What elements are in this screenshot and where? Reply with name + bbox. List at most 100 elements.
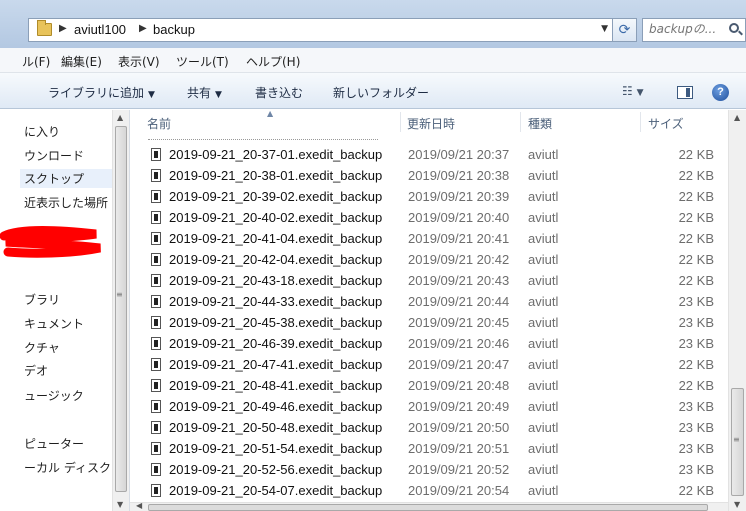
new-folder-button[interactable]: 新しいフォルダー: [333, 84, 429, 101]
column-header-name[interactable]: 名前: [147, 115, 171, 132]
file-date: 2019/09/21 20:48: [408, 378, 510, 393]
file-size: 22 KB: [678, 147, 714, 162]
file-type: aviutl: [528, 420, 559, 435]
search-box[interactable]: [642, 18, 746, 42]
table-row[interactable]: 2019-09-21_20-45-38.exedit_backup 2019/09…: [130, 312, 728, 333]
address-bar[interactable]: ▶ aviutl100 ▶ backup ▼: [28, 18, 612, 42]
breadcrumb-backup[interactable]: backup: [153, 22, 195, 37]
nav-item-videos[interactable]: デオ: [24, 362, 48, 379]
table-row[interactable]: 2019-09-21_20-44-33.exedit_backup 2019/09…: [130, 291, 728, 312]
breadcrumb-separator-icon[interactable]: ▶: [59, 23, 67, 34]
scroll-down-icon[interactable]: ▼: [734, 500, 740, 509]
menu-help[interactable]: ヘルプ(H): [246, 53, 300, 70]
table-row[interactable]: 2019-09-21_20-48-41.exedit_backup 2019/09…: [130, 375, 728, 396]
file-date: 2019/09/21 20:40: [408, 210, 510, 225]
column-divider[interactable]: [400, 112, 401, 132]
file-size: 23 KB: [678, 315, 714, 330]
table-row[interactable]: 2019-09-21_20-47-41.exedit_backup 2019/09…: [130, 354, 728, 375]
table-row[interactable]: 2019-09-21_20-37-01.exedit_backup 2019/09…: [130, 144, 728, 165]
nav-item-computer[interactable]: ピューター: [24, 435, 84, 452]
file-name: 2019-09-21_20-51-54.exedit_backup: [169, 441, 383, 456]
file-name: 2019-09-21_20-44-33.exedit_backup: [169, 294, 383, 309]
horizontal-scrollbar[interactable]: ◀: [130, 501, 728, 511]
file-icon: [151, 484, 161, 497]
table-row[interactable]: 2019-09-21_20-42-04.exedit_backup 2019/09…: [130, 249, 728, 270]
file-date: 2019/09/21 20:49: [408, 399, 510, 414]
file-icon: [151, 232, 161, 245]
nav-item-libraries[interactable]: ブラリ: [24, 291, 60, 308]
file-size: 22 KB: [678, 168, 714, 183]
views-icon[interactable]: ☷ ▼: [622, 84, 644, 98]
navigation-pane: に入り ウンロード スクトップ 近表示した場所 ブラリ キュメント クチャ デオ…: [0, 110, 112, 511]
table-row[interactable]: 2019-09-21_20-39-02.exedit_backup 2019/09…: [130, 186, 728, 207]
add-to-library-button[interactable]: ライブラリに追加 ▼: [48, 84, 155, 101]
nav-item-pictures[interactable]: クチャ: [24, 339, 60, 356]
help-icon[interactable]: ?: [712, 84, 729, 101]
file-icon: [151, 211, 161, 224]
preview-pane-icon[interactable]: [677, 86, 693, 99]
file-size: 22 KB: [678, 273, 714, 288]
file-date: 2019/09/21 20:38: [408, 168, 510, 183]
menu-file[interactable]: ル(F): [22, 53, 50, 70]
address-dropdown-icon[interactable]: ▼: [601, 24, 608, 34]
nav-item-downloads[interactable]: ウンロード: [24, 147, 84, 164]
nav-item-music[interactable]: ュージック: [24, 387, 84, 404]
file-size: 22 KB: [678, 483, 714, 498]
file-type: aviutl: [528, 252, 559, 267]
table-row[interactable]: 2019-09-21_20-41-04.exedit_backup 2019/09…: [130, 228, 728, 249]
file-name: 2019-09-21_20-54-07.exedit_backup: [169, 483, 383, 498]
nav-item-desktop[interactable]: スクトップ: [20, 169, 112, 188]
table-row[interactable]: 2019-09-21_20-43-18.exedit_backup 2019/09…: [130, 270, 728, 291]
file-date: 2019/09/21 20:44: [408, 294, 510, 309]
scroll-left-icon[interactable]: ◀: [136, 501, 142, 510]
column-header-type[interactable]: 種類: [528, 115, 552, 132]
nav-scroll-thumb[interactable]: [115, 126, 127, 492]
horizontal-scroll-thumb[interactable]: [148, 504, 708, 511]
file-icon: [151, 421, 161, 434]
add-to-library-label: ライブラリに追加: [48, 86, 145, 100]
refresh-icon[interactable]: ⟳: [612, 18, 637, 42]
share-button[interactable]: 共有 ▼: [187, 84, 222, 101]
table-row[interactable]: 2019-09-21_20-50-48.exedit_backup 2019/09…: [130, 417, 728, 438]
table-row[interactable]: 2019-09-21_20-40-02.exedit_backup 2019/09…: [130, 207, 728, 228]
file-date: 2019/09/21 20:41: [408, 231, 510, 246]
table-row[interactable]: 2019-09-21_20-52-56.exedit_backup 2019/09…: [130, 459, 728, 480]
breadcrumb-separator-icon[interactable]: ▶: [139, 23, 147, 34]
nav-item-documents[interactable]: キュメント: [24, 315, 84, 332]
nav-item-recent-places[interactable]: 近表示した場所: [24, 194, 108, 211]
breadcrumb-aviutl100[interactable]: aviutl100: [74, 22, 126, 37]
table-row[interactable]: 2019-09-21_20-46-39.exedit_backup 2019/09…: [130, 333, 728, 354]
column-header-size[interactable]: サイズ: [648, 115, 684, 132]
scroll-down-icon[interactable]: ▼: [117, 500, 123, 509]
menu-view[interactable]: 表示(V): [118, 53, 160, 70]
folder-icon: [37, 20, 52, 36]
file-date: 2019/09/21 20:42: [408, 252, 510, 267]
nav-item-local-disk[interactable]: ーカル ディスク: [24, 459, 111, 476]
menu-edit[interactable]: 編集(E): [61, 53, 102, 70]
column-header: ▲ 名前 更新日時 種類 サイズ: [130, 110, 728, 134]
table-row[interactable]: 2019-09-21_20-51-54.exedit_backup 2019/09…: [130, 438, 728, 459]
burn-button[interactable]: 書き込む: [255, 84, 303, 101]
file-icon: [151, 337, 161, 350]
scroll-up-icon[interactable]: ▲: [734, 113, 740, 122]
column-header-date[interactable]: 更新日時: [407, 115, 455, 132]
scroll-up-icon[interactable]: ▲: [117, 113, 123, 122]
file-date: 2019/09/21 20:43: [408, 273, 510, 288]
table-row[interactable]: 2019-09-21_20-54-07.exedit_backup 2019/09…: [130, 480, 728, 501]
table-row[interactable]: 2019-09-21_20-38-01.exedit_backup 2019/09…: [130, 165, 728, 186]
list-scrollbar[interactable]: ▲ ≡ ▼: [728, 110, 746, 511]
nav-scrollbar[interactable]: ▲ ≡ ▼: [112, 110, 129, 511]
menu-tools[interactable]: ツール(T): [176, 53, 229, 70]
file-type: aviutl: [528, 210, 559, 225]
column-divider[interactable]: [640, 112, 641, 132]
nav-item-favorites[interactable]: に入り: [24, 123, 60, 140]
table-row[interactable]: 2019-09-21_20-49-46.exedit_backup 2019/09…: [130, 396, 728, 417]
file-type: aviutl: [528, 189, 559, 204]
file-size: 23 KB: [678, 294, 714, 309]
column-divider[interactable]: [520, 112, 521, 132]
search-input[interactable]: [649, 22, 727, 36]
chevron-down-icon: ▼: [215, 90, 222, 100]
file-name: 2019-09-21_20-43-18.exedit_backup: [169, 273, 383, 288]
search-icon[interactable]: [729, 23, 739, 33]
file-icon: [151, 316, 161, 329]
